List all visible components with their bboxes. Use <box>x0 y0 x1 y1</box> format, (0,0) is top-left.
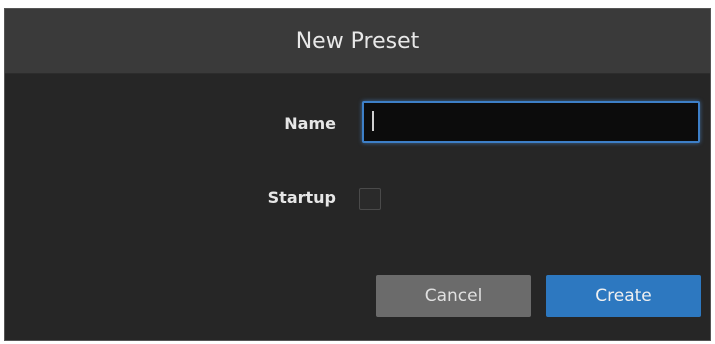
name-input[interactable] <box>362 101 700 143</box>
text-caret <box>372 111 374 131</box>
dialog-header: New Preset <box>5 9 710 74</box>
startup-checkbox[interactable] <box>359 188 381 210</box>
cancel-button[interactable]: Cancel <box>376 275 531 317</box>
create-button[interactable]: Create <box>546 275 701 317</box>
startup-label: Startup <box>267 188 336 207</box>
background-strip <box>0 0 715 8</box>
dialog-title: New Preset <box>295 28 420 54</box>
name-label: Name <box>284 114 336 133</box>
new-preset-dialog: New Preset Name Startup Cancel Create <box>4 8 711 341</box>
